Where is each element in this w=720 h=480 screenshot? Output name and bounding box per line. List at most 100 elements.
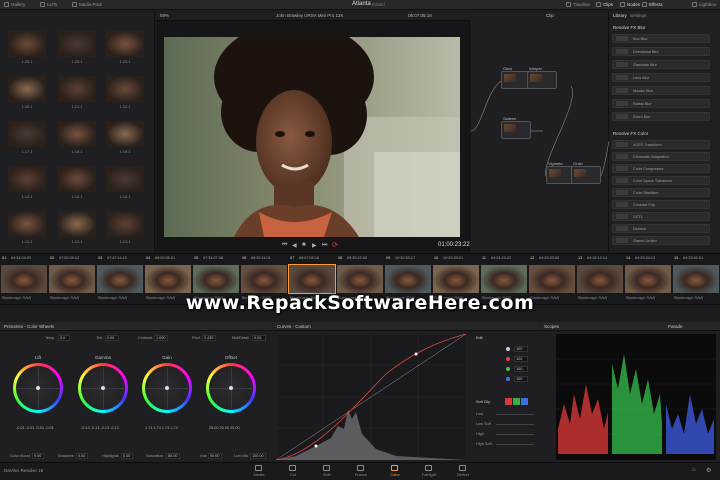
library-item[interactable]: Zoom Blur: [612, 112, 710, 121]
shadows-field[interactable]: 0.00: [76, 453, 88, 459]
color-wheel[interactable]: [13, 363, 63, 413]
library-item[interactable]: Gamut Limiter: [612, 236, 710, 245]
highlights-field[interactable]: 0.00: [121, 453, 133, 459]
node-saliene[interactable]: Saliene: [501, 116, 531, 139]
page-cut-label[interactable]: Cut: [278, 472, 308, 477]
softclip-slider[interactable]: [496, 414, 534, 415]
channel-link-icon[interactable]: [506, 367, 510, 371]
gallery-still[interactable]: [58, 31, 96, 57]
page-color-icon[interactable]: [391, 465, 398, 471]
saturation-field[interactable]: 50.00: [166, 453, 180, 459]
timeline-clip[interactable]: [529, 265, 575, 293]
temp-field[interactable]: 0.0: [58, 335, 70, 341]
library-item[interactable]: ACES Transform: [612, 140, 710, 149]
channel-link-icon[interactable]: [506, 357, 510, 361]
softclip-slider[interactable]: [496, 444, 534, 445]
softclip-blue-swatch[interactable]: [521, 398, 528, 405]
tab-nodes[interactable]: Nodes: [620, 2, 640, 7]
tab-clips[interactable]: Clips: [596, 2, 613, 7]
channel-link-icon[interactable]: [506, 347, 510, 351]
lummix-field[interactable]: 100.00: [250, 453, 266, 459]
gallery-still[interactable]: [8, 121, 46, 147]
library-item[interactable]: Color Stabilizer: [612, 188, 710, 197]
library-item[interactable]: Contrast Pop: [612, 200, 710, 209]
timeline-clip[interactable]: [625, 265, 671, 293]
timeline-clip[interactable]: [481, 265, 527, 293]
library-item[interactable]: Box Blur: [612, 34, 710, 43]
play-reverse-icon[interactable]: ◀: [292, 242, 297, 249]
page-fusion-icon[interactable]: [357, 465, 364, 471]
gallery-still[interactable]: [106, 76, 144, 102]
page-color-label[interactable]: Color: [380, 472, 410, 477]
color-wheel[interactable]: [206, 363, 256, 413]
page-fusion-label[interactable]: Fusion: [346, 472, 376, 477]
page-fairlight-icon[interactable]: [425, 465, 432, 471]
section-blur[interactable]: Resolve FX Blur: [613, 25, 646, 30]
zoom-level[interactable]: 59%: [160, 13, 169, 18]
color-wheel[interactable]: [142, 363, 192, 413]
timeline-clip[interactable]: [49, 265, 95, 293]
scope-mode-dropdown[interactable]: Parade: [668, 324, 683, 329]
timeline-clip[interactable]: [145, 265, 191, 293]
channel-intensity-field[interactable]: 100: [514, 346, 528, 352]
page-edit-label[interactable]: Edit: [312, 472, 342, 477]
library-item[interactable]: Color Space Transform: [612, 176, 710, 185]
tab-effects[interactable]: Effects: [642, 2, 663, 7]
wheel-puck[interactable]: [165, 386, 169, 390]
wheel-puck[interactable]: [229, 386, 233, 390]
section-color[interactable]: Resolve FX Color: [613, 131, 648, 136]
loop-icon[interactable]: ⟳: [332, 241, 338, 249]
gallery-still[interactable]: [58, 166, 96, 192]
curve-graph[interactable]: [276, 334, 466, 460]
library-item[interactable]: Dehaze: [612, 224, 710, 233]
page-cut-icon[interactable]: [289, 465, 296, 471]
tab-gallery[interactable]: Gallery: [4, 2, 25, 7]
page-deliver-icon[interactable]: [459, 465, 466, 471]
timeline-clip[interactable]: [1, 265, 47, 293]
contrast-field[interactable]: 1.000: [154, 335, 168, 341]
wheel-values[interactable]: -0.13 -0.13 -0.13 -0.13: [81, 426, 119, 430]
library-item[interactable]: Chromatic Adaptation: [612, 152, 710, 161]
page-fairlight-label[interactable]: Fairlight: [414, 472, 444, 477]
library-item[interactable]: Mosaic Blur: [612, 86, 710, 95]
gallery-still[interactable]: [106, 31, 144, 57]
tab-lightbox[interactable]: Lightbox: [692, 2, 716, 7]
gallery-still[interactable]: [58, 211, 96, 237]
wheel-values[interactable]: -0.01 -0.01 -0.01 -0.01: [16, 426, 54, 430]
stop-icon[interactable]: ■: [302, 242, 306, 248]
pivot-field[interactable]: 0.435: [202, 335, 216, 341]
gallery-still[interactable]: [106, 211, 144, 237]
softclip-slider[interactable]: [496, 424, 534, 425]
home-icon[interactable]: ⌂: [692, 467, 696, 473]
colorboost-field[interactable]: 0.00: [32, 453, 44, 459]
tab-settings[interactable]: Settings: [630, 13, 646, 18]
node-warper[interactable]: Warper: [527, 66, 557, 89]
tab-luts[interactable]: LUTs: [40, 2, 57, 7]
page-media-label[interactable]: Media: [244, 472, 274, 477]
timeline-clip[interactable]: [97, 265, 143, 293]
node-grain[interactable]: Grain: [571, 161, 601, 184]
gallery-still[interactable]: [8, 76, 46, 102]
timeline-clip[interactable]: [673, 265, 719, 293]
tab-media-pool[interactable]: Media Pool: [72, 2, 102, 7]
timeline-clip[interactable]: [288, 264, 336, 294]
page-deliver-label[interactable]: Deliver: [448, 472, 478, 477]
gallery-still[interactable]: [58, 76, 96, 102]
tint-field[interactable]: 0.00: [105, 335, 119, 341]
library-item[interactable]: DCTL: [612, 212, 710, 221]
hue-field[interactable]: 50.00: [208, 453, 222, 459]
library-item[interactable]: Radial Blur: [612, 99, 710, 108]
timeline-clip[interactable]: [337, 265, 383, 293]
play-icon[interactable]: ▶: [312, 242, 317, 249]
channel-intensity-field[interactable]: 100: [514, 376, 528, 382]
settings-icon[interactable]: ⚙: [706, 467, 711, 474]
library-item[interactable]: Gaussian Blur: [612, 60, 710, 69]
skip-forward-icon[interactable]: ⏭: [322, 242, 327, 249]
gallery-still[interactable]: [8, 31, 46, 57]
gallery-still[interactable]: [106, 121, 144, 147]
page-media-icon[interactable]: [255, 465, 262, 471]
gallery-still[interactable]: [8, 211, 46, 237]
softclip-red-swatch[interactable]: [505, 398, 512, 405]
wheel-values[interactable]: 1.74 1.74 1.74 1.74: [145, 426, 178, 430]
softclip-slider[interactable]: [496, 434, 534, 435]
